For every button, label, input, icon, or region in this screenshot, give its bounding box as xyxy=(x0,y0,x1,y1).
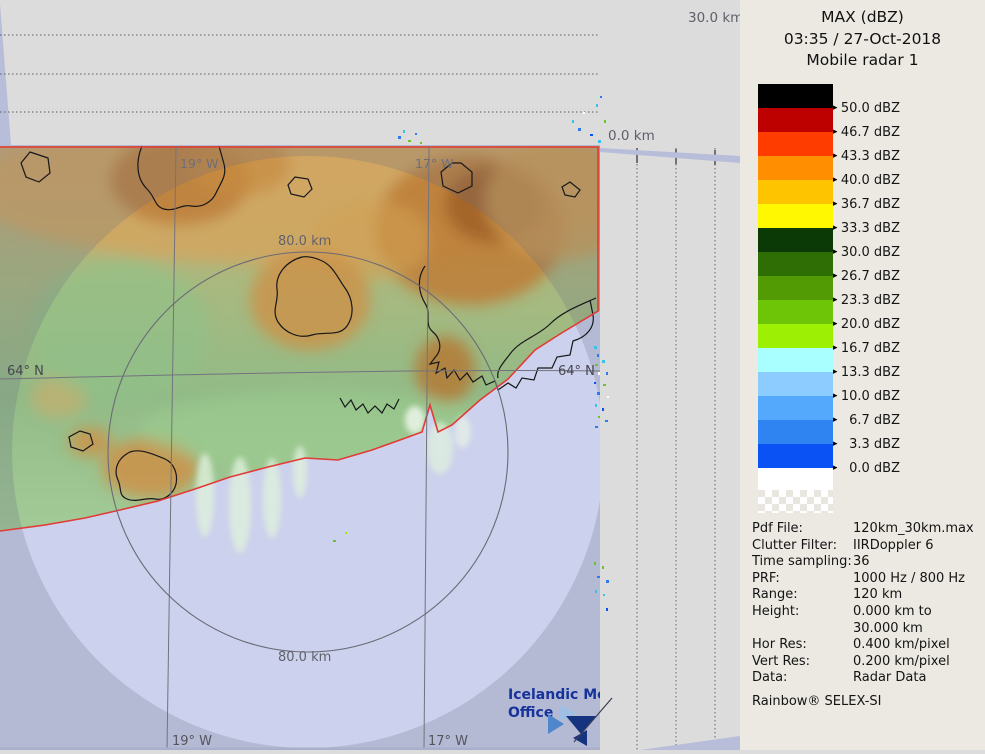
info-row: Pdf File: 120km_30km.max xyxy=(752,521,980,538)
sidebar: MAX (dBZ) 03:35 / 27-Oct-2018 Mobile rad… xyxy=(740,0,985,750)
info-value: 120 km xyxy=(853,587,980,604)
color-scale-band-below-min xyxy=(758,468,833,490)
info-label: Height: xyxy=(752,604,853,621)
scale-level-label: 20.0 dBZ xyxy=(836,317,900,332)
info-label: Time sampling: xyxy=(752,554,853,571)
color-scale-band: ▸ 13.3 dBZ xyxy=(758,348,833,372)
longitude-label-19w-bottom: 19° W xyxy=(172,734,212,749)
info-label: Range: xyxy=(752,587,853,604)
scale-level-label: 13.3 dBZ xyxy=(836,365,900,380)
height-scale-max-label: 30.0 km xyxy=(688,10,740,26)
color-scale-band: ▸ 6.7 dBZ xyxy=(758,396,833,420)
info-row: Clutter Filter: IIRDoppler 6 xyxy=(752,538,980,555)
map-canvas[interactable]: 80.0 km 80.0 km 64° N 64° N 19° W 17° W … xyxy=(0,115,635,750)
info-label: Pdf File: xyxy=(752,521,853,538)
info-row: Vert Res: 0.200 km/pixel xyxy=(752,654,980,671)
range-ring-label-top: 80.0 km xyxy=(278,234,331,249)
range-ring-label-bottom: 80.0 km xyxy=(278,650,331,665)
scale-level-label: 6.7 dBZ xyxy=(836,413,900,428)
product-info: Pdf File: 120km_30km.max Clutter Filter:… xyxy=(752,521,980,711)
info-value: 1000 Hz / 800 Hz xyxy=(853,571,980,588)
radar-name: Mobile radar 1 xyxy=(740,50,985,72)
info-label xyxy=(752,621,853,638)
color-scale: ▸ 50.0 dBZ ▸ 46.7 dBZ ▸ 43.3 dBZ ▸ 40.0 … xyxy=(758,84,973,513)
info-value: IIRDoppler 6 xyxy=(853,538,980,555)
scale-level-label: 40.0 dBZ xyxy=(836,173,900,188)
scale-level-label: 50.0 dBZ xyxy=(836,101,900,116)
color-scale-band-transparent xyxy=(758,490,833,513)
scale-level-label: 36.7 dBZ xyxy=(836,197,900,212)
info-label: Hor Res: xyxy=(752,637,853,654)
scale-level-label: 33.3 dBZ xyxy=(836,221,900,236)
info-row: Height: 0.000 km to xyxy=(752,604,980,621)
longitude-label-17w-top: 17° W xyxy=(415,156,454,171)
info-value: 36 xyxy=(853,554,980,571)
radar-map-view[interactable]: 30.0 km 0.0 km xyxy=(0,0,740,750)
imo-logo-text-line1: Icelandic Met xyxy=(508,687,614,703)
longitude-label-19w-top: 19° W xyxy=(180,156,219,171)
info-row: PRF: 1000 Hz / 800 Hz xyxy=(752,571,980,588)
color-scale-band: ▸ 43.3 dBZ xyxy=(758,132,833,156)
info-label: Vert Res: xyxy=(752,654,853,671)
imo-logo-text-line2: Office xyxy=(508,705,553,721)
color-scale-band: ▸ 23.3 dBZ xyxy=(758,276,833,300)
info-label: Clutter Filter: xyxy=(752,538,853,555)
info-value: 120km_30km.max xyxy=(853,521,980,538)
info-label: Data: xyxy=(752,670,853,687)
info-value: 0.400 km/pixel xyxy=(853,637,980,654)
info-label: PRF: xyxy=(752,571,853,588)
color-scale-band: ▸ 33.3 dBZ xyxy=(758,204,833,228)
color-scale-band: ▸ 3.3 dBZ xyxy=(758,420,833,444)
color-scale-band: ▸ 16.7 dBZ xyxy=(758,324,833,348)
scale-level-label: 23.3 dBZ xyxy=(836,293,900,308)
scale-level-label: 3.3 dBZ xyxy=(836,437,900,452)
color-scale-band: ▸ 40.0 dBZ xyxy=(758,156,833,180)
info-value: 0.000 km to xyxy=(853,604,980,621)
scale-level-label: 30.0 dBZ xyxy=(836,245,900,260)
latitude-label-left: 64° N xyxy=(7,364,44,379)
color-scale-band: ▸ 30.0 dBZ xyxy=(758,228,833,252)
height-scale-min-label: 0.0 km xyxy=(608,128,655,144)
color-scale-band: ▸ 20.0 dBZ xyxy=(758,300,833,324)
color-scale-band: ▸ 0.0 dBZ xyxy=(758,444,833,468)
scale-level-label: 46.7 dBZ xyxy=(836,125,900,140)
sidebar-header: MAX (dBZ) 03:35 / 27-Oct-2018 Mobile rad… xyxy=(740,0,985,72)
info-value: 0.200 km/pixel xyxy=(853,654,980,671)
color-scale-band: ▸ 46.7 dBZ xyxy=(758,108,833,132)
scale-level-label: 43.3 dBZ xyxy=(836,149,900,164)
software-brand: Rainbow® SELEX-SI xyxy=(752,694,980,711)
info-row: Hor Res: 0.400 km/pixel xyxy=(752,637,980,654)
scale-level-label: 0.0 dBZ xyxy=(836,461,900,476)
scale-level-label: 16.7 dBZ xyxy=(836,341,900,356)
longitude-label-17w-bottom: 17° W xyxy=(428,734,468,749)
latitude-label-right: 64° N xyxy=(558,364,595,379)
color-scale-band: ▸ 26.7 dBZ xyxy=(758,252,833,276)
info-row: Data: Radar Data xyxy=(752,670,980,687)
color-scale-band: ▸ 50.0 dBZ xyxy=(758,84,833,108)
info-row: Time sampling: 36 xyxy=(752,554,980,571)
info-row: 30.000 km xyxy=(752,621,980,638)
info-row: Range: 120 km xyxy=(752,587,980,604)
scale-level-label: 26.7 dBZ xyxy=(836,269,900,284)
scale-level-label: 10.0 dBZ xyxy=(836,389,900,404)
color-scale-band: ▸ 10.0 dBZ xyxy=(758,372,833,396)
info-value: Radar Data xyxy=(853,670,980,687)
info-value: 30.000 km xyxy=(853,621,980,638)
scan-datetime: 03:35 / 27-Oct-2018 xyxy=(740,29,985,51)
product-title: MAX (dBZ) xyxy=(740,7,985,29)
color-scale-band: ▸ 36.7 dBZ xyxy=(758,180,833,204)
radar-display-svg: 30.0 km 0.0 km xyxy=(0,0,740,750)
